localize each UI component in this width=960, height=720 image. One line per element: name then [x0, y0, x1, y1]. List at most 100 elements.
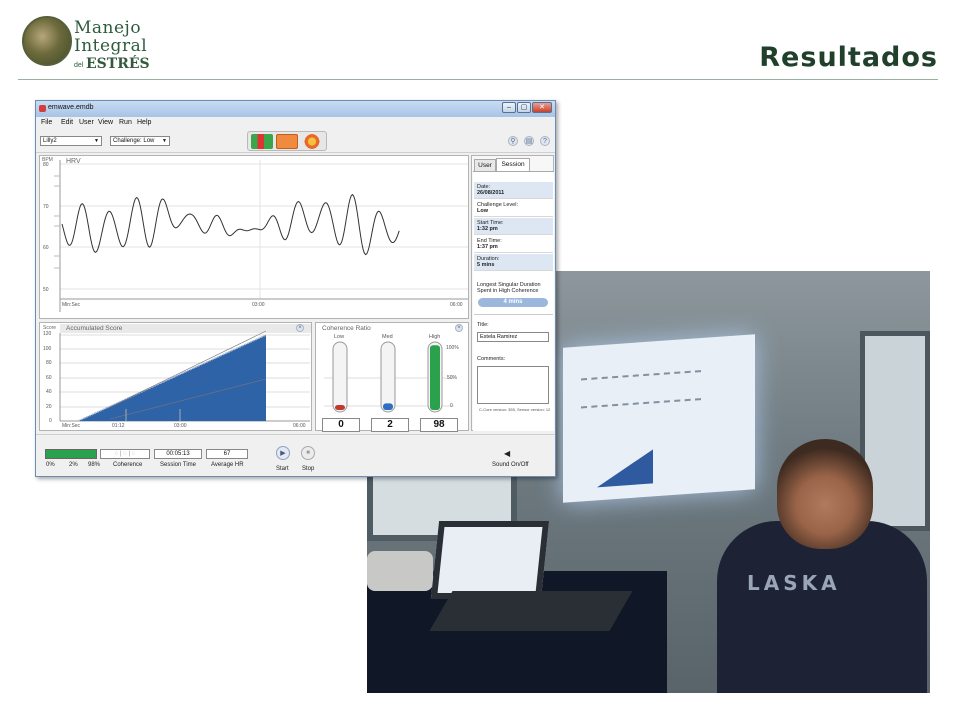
- acc-y-tick: 100: [43, 346, 52, 352]
- logo-line2: Integral: [74, 36, 148, 56]
- acc-x-tick: 01:12: [112, 423, 125, 429]
- user-select-value: Lilly2: [43, 138, 57, 144]
- acc-y-tick: 120: [43, 331, 52, 337]
- user-select[interactable]: Lilly2 ▼: [40, 136, 102, 146]
- coherence-tick-50: 50%: [447, 375, 458, 381]
- app-heart-icon: [39, 105, 46, 112]
- date-value: 26/08/2011: [477, 190, 505, 196]
- session-time-label: Session Time: [160, 462, 197, 468]
- stop-button-label[interactable]: Stop: [302, 466, 314, 472]
- menu-bar: File Edit User View Run Help: [36, 117, 555, 128]
- comments-textarea[interactable]: [477, 366, 549, 404]
- hrv-x-tick: 06:00: [450, 302, 463, 308]
- acc-y-tick: 0: [49, 418, 52, 424]
- stop-icon[interactable]: ■: [301, 446, 315, 460]
- ratio-high-text: 98%: [88, 462, 101, 468]
- search-icon[interactable]: ⚲: [508, 136, 518, 146]
- coherence-med-value: 2: [371, 418, 409, 432]
- close-button[interactable]: ✕: [532, 102, 552, 113]
- session-side-panel: User Session Date: 26/08/2011 Challenge …: [471, 155, 554, 431]
- acc-y-tick: 20: [46, 404, 52, 410]
- help-icon[interactable]: ?: [540, 136, 550, 146]
- photo-person-head: [777, 439, 873, 549]
- chevron-down-icon: ▼: [162, 138, 167, 144]
- coherence-tick-100: 100%: [446, 345, 459, 351]
- challenge-select[interactable]: Challenge: Low ▼: [110, 136, 170, 146]
- date-row: Date: 26/08/2011: [474, 182, 553, 199]
- slide-title: Resultados: [759, 42, 938, 73]
- maximize-button[interactable]: ▢: [517, 102, 531, 113]
- coherence-label: Coherence: [113, 462, 143, 468]
- longest-value-pill: 4 mins: [478, 298, 548, 307]
- menu-user[interactable]: User: [79, 119, 94, 126]
- duration-row: Duration: 5 mins: [474, 254, 553, 271]
- challenge-select-value: Challenge: Low: [113, 138, 155, 144]
- logo-line1: Manejo: [74, 18, 142, 38]
- accumulated-chart: [59, 330, 310, 422]
- start-time-value: 1:32 pm: [477, 226, 498, 232]
- window-title: emwave.emdb: [48, 104, 94, 111]
- toolbar: Lilly2 ▼ Challenge: Low ▼ ⚲ ▤ ?: [36, 129, 555, 153]
- acc-x-label: Min:Sec: [62, 423, 81, 429]
- sound-toggle-label[interactable]: Sound On/Off: [492, 462, 529, 468]
- logo-line3: ESTRÉS: [86, 56, 150, 72]
- coherence-low-value: 0: [322, 418, 360, 432]
- speaker-icon[interactable]: ◀: [504, 449, 510, 458]
- session-time-value: 00:05:13: [154, 449, 202, 459]
- acc-x-tick: 03:00: [174, 423, 187, 429]
- title-input[interactable]: Estela Ramirez: [477, 332, 549, 342]
- tab-user[interactable]: User: [474, 159, 496, 171]
- photo-laptop: [430, 521, 550, 599]
- title-label: Title:: [477, 322, 489, 328]
- average-hr-label: Average HR: [211, 462, 244, 468]
- slide: Manejo Integral del ESTRÉS Resultados LA…: [0, 0, 960, 720]
- status-bar: 0% 2% 98% ◌ | ◌ | ◌ Coherence 00:05:13 S…: [36, 434, 555, 476]
- longest-label: Longest Singular Duration Spent in High …: [477, 282, 541, 294]
- window-titlebar[interactable]: emwave.emdb – ▢ ✕: [36, 101, 555, 117]
- version-text: C-Core version: 355, Sensor version: 12: [479, 407, 551, 412]
- acc-x-tick: 06:00: [293, 423, 306, 429]
- average-hr-value: 67: [206, 449, 248, 459]
- book-icon[interactable]: ▤: [524, 136, 534, 146]
- photo-shirt-lettering: LASKA: [747, 571, 841, 595]
- menu-file[interactable]: File: [41, 119, 52, 126]
- acc-y-tick: 80: [46, 360, 52, 366]
- menu-view[interactable]: View: [98, 119, 113, 126]
- comments-label: Comments:: [477, 356, 506, 362]
- accumulated-score-panel: Score Accumulated Score × 120 100 80 60 …: [39, 322, 312, 431]
- start-button-label[interactable]: Start: [276, 466, 289, 472]
- end-time-value: 1:37 pm: [477, 244, 498, 250]
- coherence-ratio-panel: Coherence Ratio × Low Med High 100% 50% …: [315, 322, 469, 432]
- menu-help[interactable]: Help: [137, 119, 151, 126]
- balloon-view-button[interactable]: [301, 134, 323, 149]
- acc-y-tick: 60: [46, 375, 52, 381]
- chevron-down-icon: ▼: [94, 138, 99, 144]
- photo-projection-screen: [563, 334, 755, 503]
- play-icon[interactable]: ▶: [276, 446, 290, 460]
- hrv-x-label: Min:Sec: [62, 302, 81, 308]
- menu-edit[interactable]: Edit: [61, 119, 73, 126]
- ratio-low-text: 0%: [46, 462, 55, 468]
- coherence-ratio-bar: [45, 449, 97, 459]
- hrv-chart: [54, 160, 468, 312]
- challenge-row: Challenge Level: Low: [474, 200, 553, 217]
- emwave-window: emwave.emdb – ▢ ✕ File Edit User View Ru…: [35, 100, 556, 477]
- end-time-row: End Time: 1:37 pm: [474, 236, 553, 253]
- acc-y-tick: 40: [46, 389, 52, 395]
- hrv-panel: BPM HRV 80 70 60 50 Min:Sec 03:00 06:00: [39, 155, 469, 319]
- duration-value: 5 mins: [477, 262, 495, 268]
- hrv-x-tick: 03:00: [252, 302, 265, 308]
- tab-session[interactable]: Session: [496, 158, 530, 171]
- coherence-tick-0: 0: [450, 403, 453, 409]
- minimize-button[interactable]: –: [502, 102, 516, 113]
- ratio-med-text: 2%: [69, 462, 78, 468]
- start-time-row: Start Time: 1:32 pm: [474, 218, 553, 235]
- photo-projector: [367, 551, 433, 591]
- menu-run[interactable]: Run: [119, 119, 132, 126]
- view-mode-group: [247, 131, 327, 151]
- hrv-view-button[interactable]: [276, 134, 298, 149]
- logo: Manejo Integral del ESTRÉS: [18, 12, 178, 74]
- bars-view-button[interactable]: [251, 134, 273, 149]
- logo-emblem-icon: [22, 16, 72, 66]
- header-divider: [18, 79, 938, 80]
